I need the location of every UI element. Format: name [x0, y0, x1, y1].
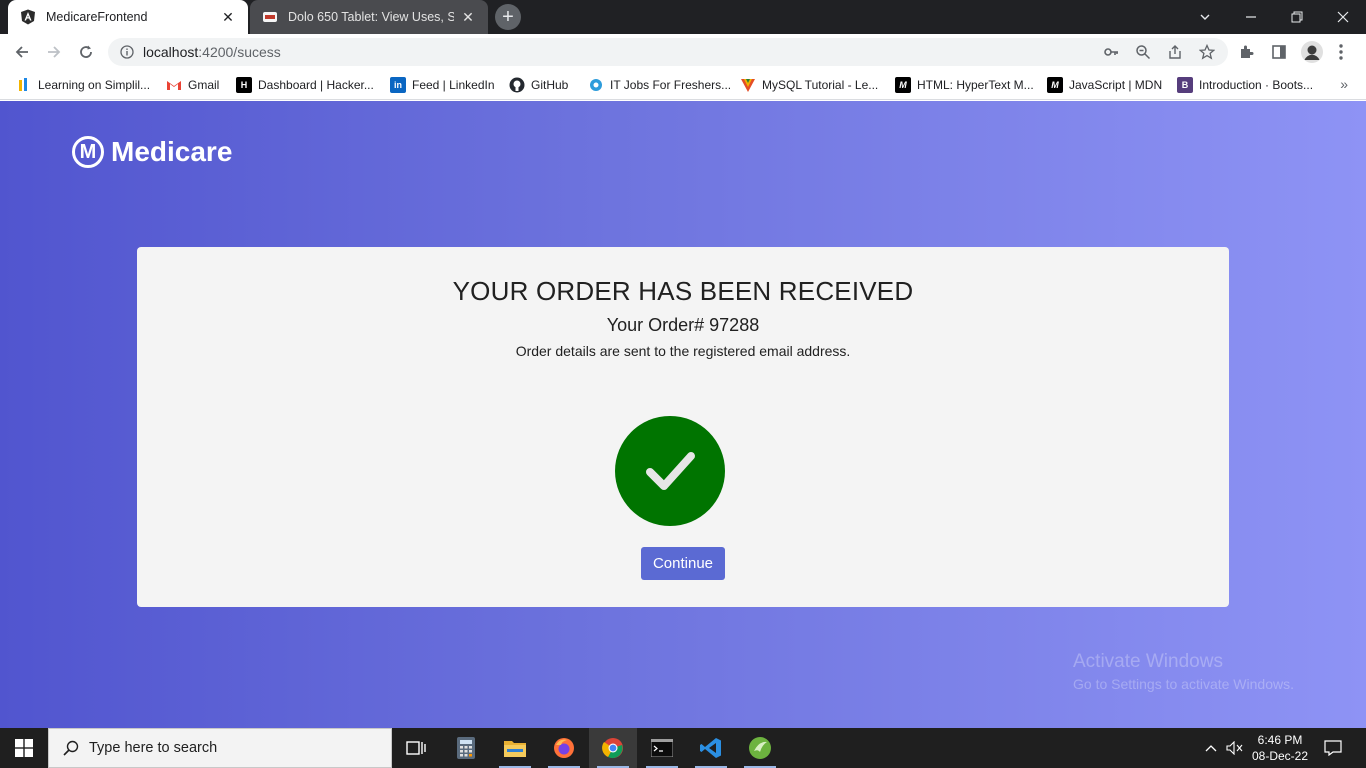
tab-title: MedicareFrontend [46, 10, 148, 24]
file-explorer-icon[interactable] [491, 728, 539, 768]
medicare-logo-icon: M [72, 136, 104, 168]
bookmarks-overflow-button[interactable]: » [1340, 76, 1348, 92]
brand-logo[interactable]: M Medicare [72, 136, 232, 168]
calculator-icon[interactable] [442, 728, 490, 768]
bookmark-gmail[interactable]: Gmail [166, 76, 219, 94]
extensions-icon[interactable] [1237, 42, 1257, 62]
bookmark-linkedin[interactable]: in Feed | LinkedIn [390, 76, 495, 94]
bootstrap-icon: B [1177, 77, 1193, 93]
mdn-icon: M [895, 77, 911, 93]
bookmark-it-jobs[interactable]: IT Jobs For Freshers... [588, 76, 731, 94]
url-text: localhost:4200/sucess [143, 44, 281, 60]
simplilearn-icon [16, 77, 32, 93]
tab-dolo[interactable]: Dolo 650 Tablet: View Uses, Side ✕ [250, 0, 488, 34]
continue-button[interactable]: Continue [641, 547, 725, 580]
order-confirmation-card: YOUR ORDER HAS BEEN RECEIVED Your Order#… [137, 247, 1229, 607]
reload-icon[interactable] [72, 38, 100, 66]
gmail-icon [166, 77, 182, 93]
share-icon[interactable] [1167, 44, 1183, 60]
angular-icon [20, 9, 36, 25]
confirmation-heading: YOUR ORDER HAS BEEN RECEIVED [452, 276, 914, 306]
hackerrank-icon: H [236, 77, 252, 93]
address-bar[interactable]: localhost:4200/sucess [108, 38, 1228, 66]
spring-tool-suite-icon[interactable] [736, 728, 784, 768]
minimize-icon[interactable] [1228, 0, 1274, 34]
close-window-icon[interactable] [1320, 0, 1366, 34]
success-check-icon [615, 416, 725, 526]
search-icon [63, 740, 79, 756]
notifications-icon[interactable] [1318, 728, 1348, 768]
bookmark-html-mdn[interactable]: M HTML: HyperText M... [895, 76, 1034, 94]
bookmark-simplilearn[interactable]: Learning on Simplil... [16, 76, 150, 94]
tablet-site-icon [262, 9, 278, 25]
profile-avatar[interactable] [1301, 41, 1323, 63]
bookmark-bootstrap[interactable]: B Introduction · Boots... [1177, 76, 1313, 94]
bookmark-javascript-mdn[interactable]: M JavaScript | MDN [1047, 76, 1162, 94]
bookmark-star-icon[interactable] [1199, 44, 1215, 60]
key-icon[interactable] [1103, 44, 1119, 60]
menu-dots-icon[interactable] [1331, 42, 1351, 62]
volume-muted-icon[interactable] [1224, 728, 1246, 768]
mysql-icon [740, 77, 756, 93]
task-view-icon[interactable] [392, 728, 440, 768]
tab-medicare[interactable]: MedicareFrontend ✕ [8, 0, 248, 34]
site-info-icon[interactable] [120, 45, 134, 59]
system-clock[interactable]: 6:46 PM 08-Dec-22 [1246, 732, 1314, 764]
restore-icon[interactable] [1274, 0, 1320, 34]
search-placeholder: Type here to search [89, 740, 218, 756]
clock-date: 08-Dec-22 [1251, 749, 1309, 763]
chrome-icon[interactable] [589, 728, 637, 768]
bookmark-github[interactable]: GitHub [509, 76, 568, 94]
bookmark-hackerrank[interactable]: H Dashboard | Hacker... [236, 76, 374, 94]
order-number: Your Order# 97288 [606, 315, 760, 335]
taskbar-search[interactable]: Type here to search [48, 728, 392, 768]
tab-search-icon[interactable] [1182, 0, 1228, 34]
browser-toolbar: localhost:4200/sucess [0, 34, 1366, 70]
tab-strip: MedicareFrontend ✕ Dolo 650 Tablet: View… [0, 0, 1366, 34]
new-tab-button[interactable]: + [495, 4, 521, 30]
tab-close-icon[interactable]: ✕ [220, 9, 236, 26]
bookmarks-bar: Learning on Simplil... Gmail H Dashboard… [0, 70, 1366, 100]
terminal-icon[interactable] [638, 728, 686, 768]
email-note: Order details are sent to the registered… [515, 343, 851, 359]
jobs-icon [588, 77, 604, 93]
forward-icon[interactable] [40, 38, 68, 66]
firefox-icon[interactable] [540, 728, 588, 768]
github-icon [509, 77, 525, 93]
side-panel-icon[interactable] [1269, 42, 1289, 62]
windows-start-icon[interactable] [0, 728, 48, 768]
tab-title: Dolo 650 Tablet: View Uses, Side [288, 10, 454, 24]
windows-taskbar: Type here to search 6:46 PM 08-Dec-22 [0, 728, 1366, 768]
linkedin-icon: in [390, 77, 406, 93]
vscode-icon[interactable] [687, 728, 735, 768]
mdn-icon: M [1047, 77, 1063, 93]
zoom-icon[interactable] [1135, 44, 1151, 60]
clock-time: 6:46 PM [1257, 733, 1303, 747]
back-icon[interactable] [8, 38, 36, 66]
bookmark-mysql-tutorial[interactable]: MySQL Tutorial - Le... [740, 76, 878, 94]
brand-name: Medicare [111, 136, 233, 167]
tray-overflow-icon[interactable] [1200, 728, 1222, 768]
tab-close-icon[interactable]: ✕ [460, 9, 476, 26]
page-background: M Medicare YOUR ORDER HAS BEEN RECEIVED … [0, 101, 1366, 728]
activate-windows-watermark: Activate Windows Go to Settings to activ… [1073, 651, 1294, 692]
